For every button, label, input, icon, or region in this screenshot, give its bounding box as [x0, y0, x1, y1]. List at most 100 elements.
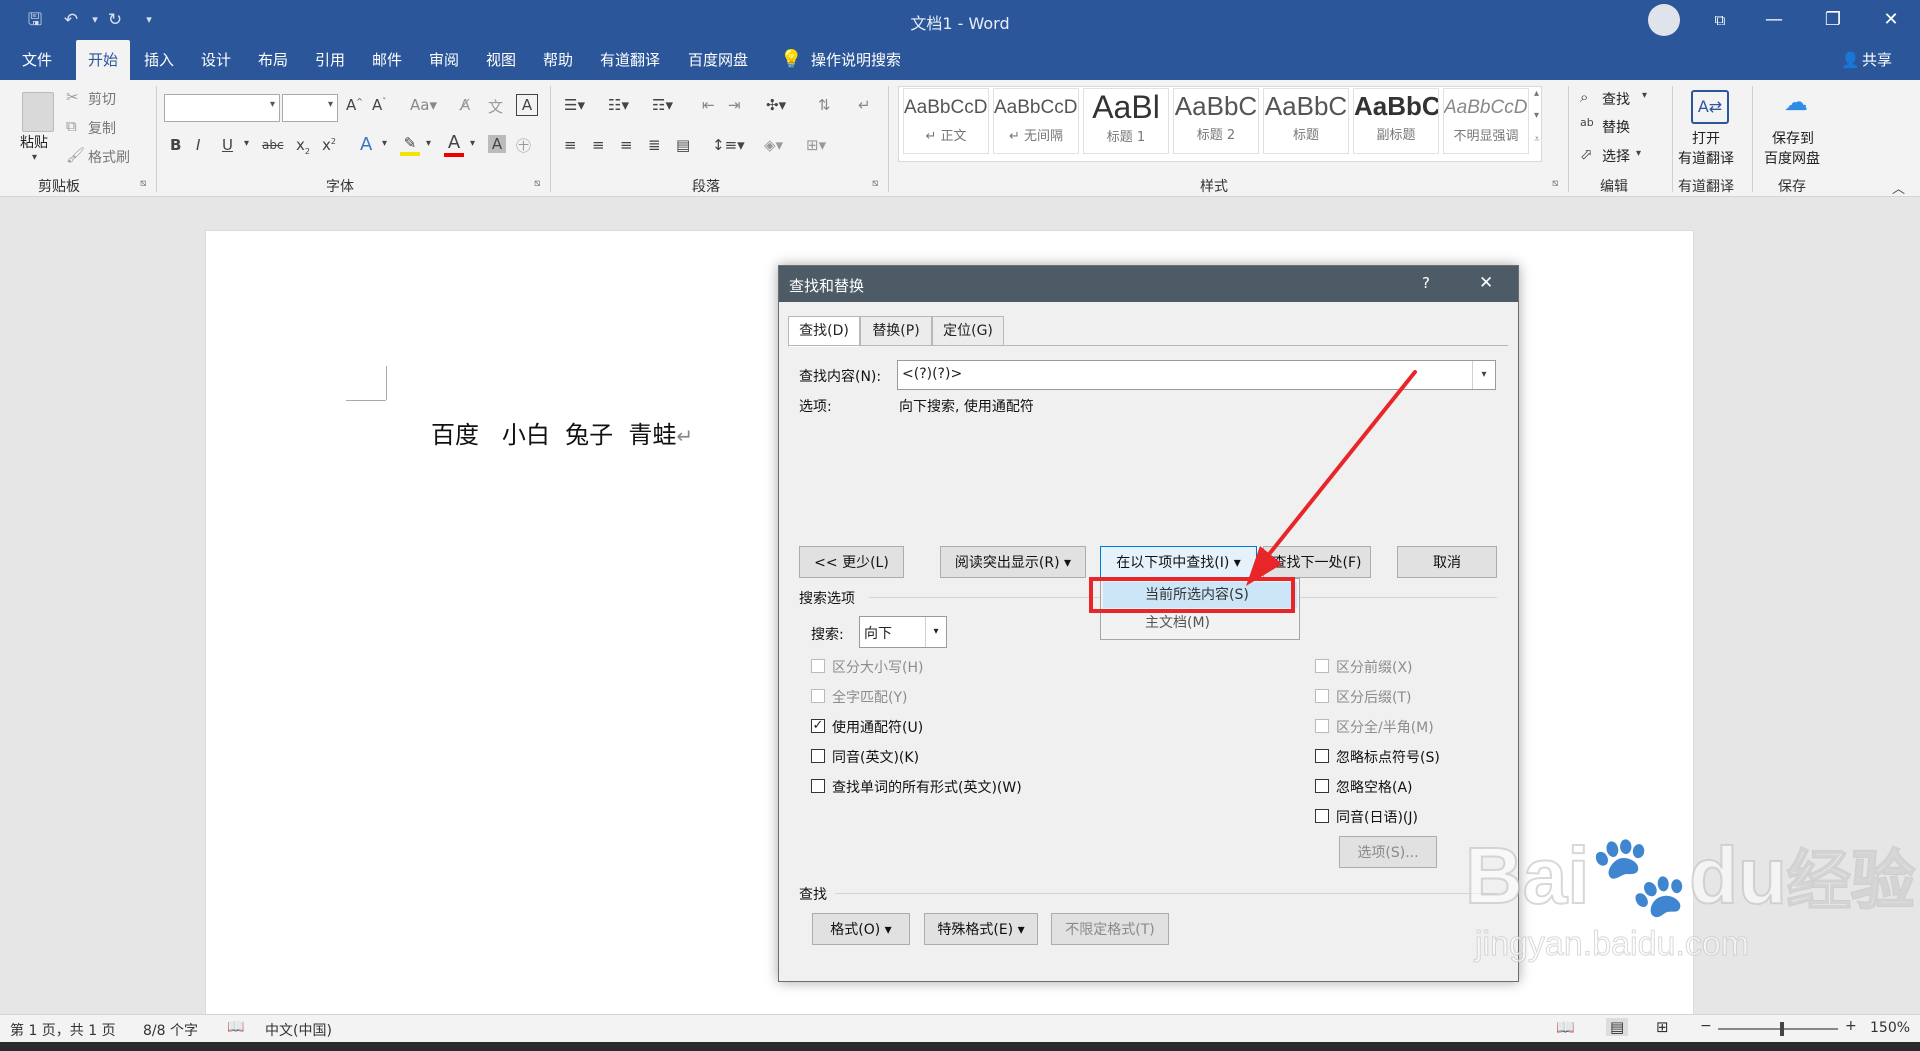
language-indicator[interactable]: 中文(中国) [265, 1020, 332, 1040]
paste-button[interactable]: 粘贴 [20, 132, 48, 152]
youdao-open-line1[interactable]: 打开 [1692, 128, 1720, 148]
clear-formatting-icon[interactable]: A̸ [460, 96, 470, 114]
avatar[interactable] [1648, 4, 1680, 36]
tab-references[interactable]: 引用 [315, 40, 345, 80]
borders-icon[interactable]: ⊞▾ [806, 136, 826, 154]
use-wildcards-checkbox[interactable]: ✓ [811, 719, 825, 733]
zoom-out-icon[interactable]: − [1700, 1018, 1712, 1034]
underline-dropdown-icon[interactable]: ▾ [244, 138, 249, 149]
align-center-icon[interactable]: ≡ [592, 136, 605, 154]
tab-design[interactable]: 设计 [201, 40, 231, 80]
restore-icon[interactable]: ❐ [1806, 0, 1860, 40]
justify-icon[interactable]: ≣ [648, 136, 661, 154]
find-in-main-document[interactable]: 主文档(M) [1103, 610, 1297, 636]
grow-font-icon[interactable]: A^ [346, 96, 363, 114]
text-effects-dropdown-icon[interactable]: ▾ [382, 138, 387, 149]
style-heading-1[interactable]: AaBl 标题 1 [1083, 88, 1169, 154]
paragraph-launcher-icon[interactable]: ⧅ [872, 178, 878, 189]
character-shading-icon[interactable]: A [488, 135, 506, 153]
sounds-like-checkbox[interactable] [811, 749, 825, 763]
underline-icon[interactable]: U [222, 136, 233, 154]
youdao-translate-icon[interactable]: A⇄ [1691, 90, 1729, 124]
proofing-icon[interactable]: 📖 [227, 1019, 244, 1035]
zoom-slider-thumb[interactable] [1780, 1022, 1784, 1036]
decrease-indent-icon[interactable]: ⇤ [702, 96, 715, 114]
styles-launcher-icon[interactable]: ⧅ [1552, 178, 1558, 189]
distributed-icon[interactable]: ▤ [676, 136, 690, 154]
gallery-up-icon[interactable]: ▴ [1534, 88, 1539, 99]
no-formatting-button[interactable]: 不限定格式(T) [1051, 913, 1169, 945]
zoom-level[interactable]: 150% [1870, 1020, 1910, 1036]
font-color-icon[interactable]: A [444, 132, 464, 157]
tab-goto[interactable]: 定位(G) [932, 316, 1004, 346]
ribbon-display-options-icon[interactable]: ⧉ [1693, 0, 1747, 40]
align-right-icon[interactable]: ≡ [620, 136, 633, 154]
tab-review[interactable]: 审阅 [429, 40, 459, 80]
baidu-netdisk-icon[interactable]: ☁ [1780, 90, 1812, 114]
document-text[interactable]: 百度 小白 兔子 青蛙↵ [431, 415, 693, 450]
style-subtitle[interactable]: AaBbC 副标题 [1353, 88, 1439, 154]
match-width-checkbox[interactable] [1315, 719, 1329, 733]
tab-insert[interactable]: 插入 [144, 40, 174, 80]
align-left-icon[interactable]: ≡ [564, 136, 577, 154]
style-title[interactable]: AaBbC 标题 [1263, 88, 1349, 154]
format-painter-icon[interactable]: 🖌 [66, 146, 85, 164]
page-count[interactable]: 第 1 页，共 1 页 [10, 1020, 116, 1040]
match-prefix-checkbox[interactable] [1315, 659, 1329, 673]
whole-word-checkbox[interactable] [811, 689, 825, 703]
tab-find[interactable]: 查找(D) [788, 316, 860, 347]
style-no-spacing[interactable]: AaBbCcDc ↵ 无间隔 [993, 88, 1079, 154]
collapse-ribbon-icon[interactable]: ︿ [1892, 178, 1905, 197]
style-heading-2[interactable]: AaBbC 标题 2 [1173, 88, 1259, 154]
select-button[interactable]: 选择 [1602, 146, 1630, 166]
reading-highlight-button[interactable]: 阅读突出显示(R) ▾ [940, 546, 1086, 578]
tab-mailings[interactable]: 邮件 [372, 40, 402, 80]
special-format-button[interactable]: 特殊格式(E) ▾ [924, 913, 1038, 945]
tab-layout[interactable]: 布局 [258, 40, 288, 80]
gallery-more-icon[interactable]: ⩡ [1534, 134, 1540, 145]
match-case-checkbox[interactable] [811, 659, 825, 673]
find-icon[interactable]: ⌕ [1580, 88, 1588, 106]
clipboard-launcher-icon[interactable]: ⧅ [140, 178, 146, 189]
highlight-icon[interactable]: ✎ [400, 134, 420, 156]
youdao-open-line2[interactable]: 有道翻译 [1678, 148, 1734, 168]
bold-icon[interactable]: B [170, 136, 181, 154]
chevron-down-icon[interactable]: ▾ [1472, 361, 1495, 389]
multilevel-list-icon[interactable]: ☶▾ [652, 96, 673, 114]
bullets-icon[interactable]: ☰▾ [564, 96, 585, 114]
search-direction-select[interactable]: 向下 ▾ [859, 616, 947, 648]
font-name-combo[interactable]: ▾ [164, 94, 280, 122]
line-spacing-icon[interactable]: ↕≡▾ [712, 136, 745, 154]
chinese-layout-icon[interactable]: ✣▾ [766, 96, 786, 114]
sounds-like-japanese-checkbox[interactable] [1315, 809, 1329, 823]
match-suffix-checkbox[interactable] [1315, 689, 1329, 703]
format-button[interactable]: 格式(O) ▾ [812, 913, 910, 945]
web-layout-icon[interactable]: ⊞ [1656, 1018, 1669, 1036]
find-dropdown-icon[interactable]: ▾ [1642, 90, 1647, 101]
tab-baidu[interactable]: 百度网盘 [688, 40, 748, 80]
ignore-space-checkbox[interactable] [1315, 779, 1329, 793]
font-launcher-icon[interactable]: ⧅ [534, 178, 540, 189]
baidu-save-line1[interactable]: 保存到 [1772, 128, 1814, 148]
less-button[interactable]: << 更少(L) [799, 546, 904, 578]
subscript-icon[interactable]: x2 [296, 136, 310, 156]
tab-help[interactable]: 帮助 [543, 40, 573, 80]
tab-home[interactable]: 开始 [76, 40, 130, 80]
cut-icon[interactable]: ✂ [66, 88, 79, 106]
find-button[interactable]: 查找 [1602, 89, 1630, 109]
dialog-close-button[interactable]: ✕ [1479, 273, 1493, 293]
copy-button[interactable]: 复制 [88, 118, 116, 138]
sort-icon[interactable]: ⇅ [818, 96, 831, 114]
share-button[interactable]: 共享 [1862, 40, 1892, 80]
all-word-forms-checkbox[interactable] [811, 779, 825, 793]
character-border-icon[interactable]: A [516, 94, 538, 116]
show-marks-icon[interactable]: ↵ [858, 96, 871, 114]
highlight-dropdown-icon[interactable]: ▾ [426, 138, 431, 149]
paste-dropdown-icon[interactable]: ▾ [32, 152, 37, 163]
format-painter-button[interactable]: 格式刷 [88, 147, 130, 167]
italic-icon[interactable]: I [196, 136, 200, 154]
text-effects-icon[interactable]: A [360, 134, 372, 155]
dialog-title-bar[interactable]: 查找和替换 ? ✕ [779, 266, 1518, 302]
tab-replace[interactable]: 替换(P) [860, 316, 932, 346]
increase-indent-icon[interactable]: ⇥ [728, 96, 741, 114]
